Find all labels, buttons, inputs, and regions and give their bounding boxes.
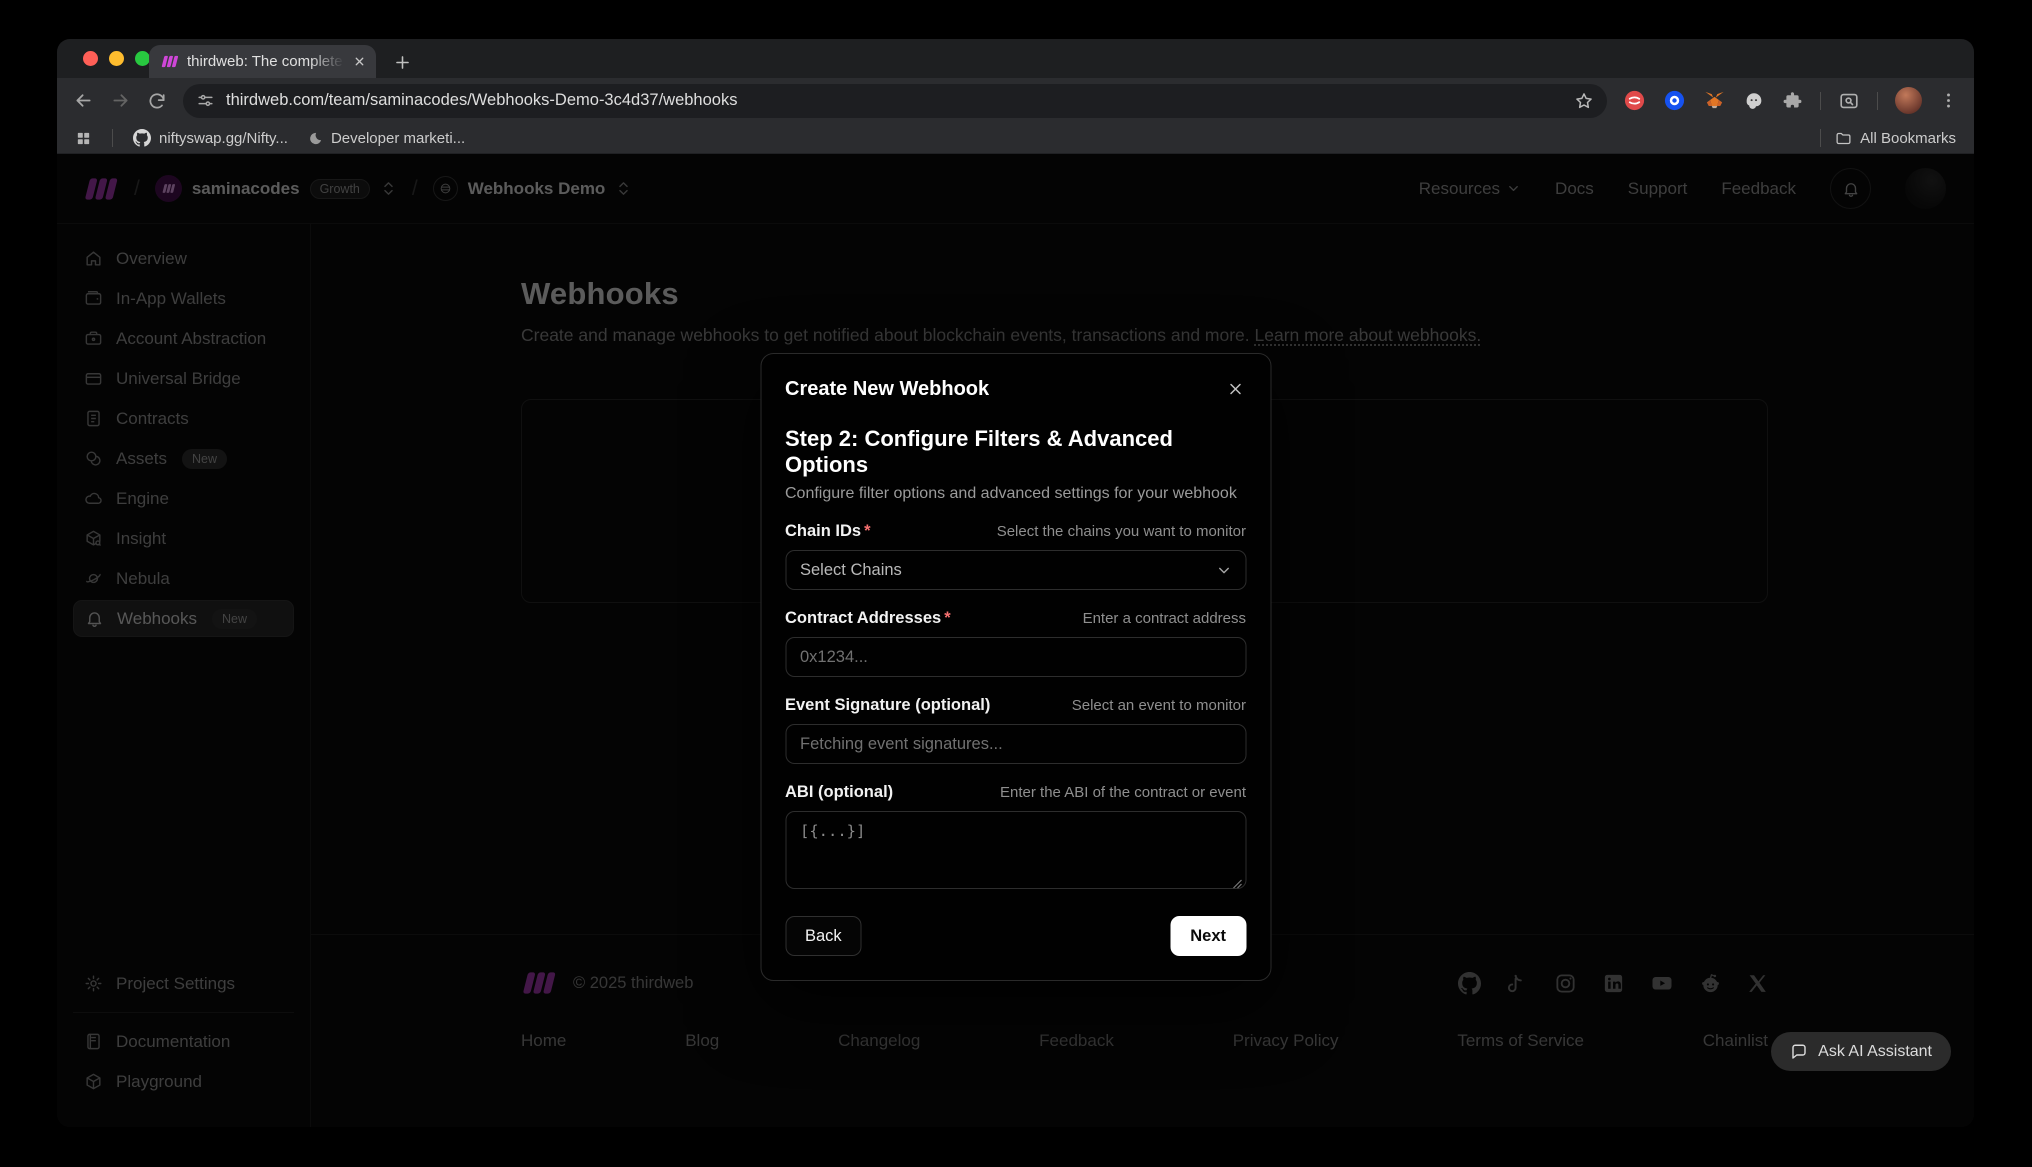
traffic-lights xyxy=(83,51,150,66)
required-asterisk: * xyxy=(944,609,950,627)
bookmark-label: niftyswap.gg/Nifty... xyxy=(159,130,288,147)
toolbar-separator xyxy=(1877,92,1878,110)
tab-title: thirdweb: The complete web3 xyxy=(187,53,344,70)
back-button[interactable]: Back xyxy=(785,916,862,956)
bookmarks-bar: niftyswap.gg/Nifty... Developer marketi.… xyxy=(57,123,1974,154)
url-text[interactable]: thirdweb.com/team/saminacodes/Webhooks-D… xyxy=(226,91,1563,110)
field-abi: ABI (optional) Enter the ABI of the cont… xyxy=(785,783,1246,894)
create-webhook-modal: Create New Webhook Step 2: Configure Fil… xyxy=(760,353,1271,981)
bookmark-item-developer-marketing[interactable]: Developer marketi... xyxy=(308,130,465,147)
event-signature-input[interactable] xyxy=(785,724,1246,764)
abi-textarea[interactable] xyxy=(785,811,1246,889)
apps-grid-icon[interactable] xyxy=(75,130,92,147)
browser-window: thirdweb: The complete web3 thirdweb.com… xyxy=(57,39,1974,1127)
chevron-down-icon xyxy=(1215,562,1232,579)
back-icon[interactable] xyxy=(73,90,94,111)
extensions-puzzle-icon[interactable] xyxy=(1782,90,1803,111)
all-bookmarks-label: All Bookmarks xyxy=(1860,130,1956,147)
bookmarks-separator xyxy=(112,129,113,147)
zoom-window-button[interactable] xyxy=(135,51,150,66)
phantom-extension-icon[interactable] xyxy=(1743,90,1765,112)
bookmark-label: Developer marketi... xyxy=(331,130,465,147)
close-window-button[interactable] xyxy=(83,51,98,66)
contract-addresses-label: Contract Addresses* xyxy=(785,609,951,628)
field-contract-addresses: Contract Addresses* Enter a contract add… xyxy=(785,609,1246,677)
select-chains-dropdown[interactable]: Select Chains xyxy=(785,550,1246,590)
modal-title: Create New Webhook xyxy=(785,378,989,401)
browser-menu-icon[interactable] xyxy=(1939,91,1958,110)
abi-helper: Enter the ABI of the contract or event xyxy=(1000,784,1246,801)
event-signature-label: Event Signature (optional) xyxy=(785,696,990,715)
new-tab-button[interactable] xyxy=(393,53,412,72)
close-icon xyxy=(1226,380,1244,398)
modal-step-subtitle: Configure filter options and advanced se… xyxy=(785,485,1246,503)
event-signature-helper: Select an event to monitor xyxy=(1072,697,1246,714)
extension-blue-wallet-icon[interactable] xyxy=(1663,89,1686,112)
bookmarks-separator xyxy=(1820,129,1821,147)
site-settings-icon[interactable] xyxy=(196,91,215,110)
chat-bubble-icon xyxy=(1790,1043,1808,1061)
next-button[interactable]: Next xyxy=(1170,916,1246,956)
modal-close-button[interactable] xyxy=(1224,378,1246,400)
github-icon xyxy=(133,129,151,147)
contract-addresses-input[interactable] xyxy=(785,637,1246,677)
browser-tabstrip: thirdweb: The complete web3 xyxy=(57,39,1974,78)
select-chains-value: Select Chains xyxy=(800,561,902,580)
ask-ai-label: Ask AI Assistant xyxy=(1818,1043,1932,1061)
abi-label: ABI (optional) xyxy=(785,783,893,802)
resize-handle-icon[interactable] xyxy=(1232,879,1242,889)
extension-red-wallet-icon[interactable] xyxy=(1623,89,1646,112)
forward-icon[interactable] xyxy=(110,90,131,111)
field-event-signature: Event Signature (optional) Select an eve… xyxy=(785,696,1246,764)
address-bar[interactable]: thirdweb.com/team/saminacodes/Webhooks-D… xyxy=(183,84,1607,118)
contract-addresses-helper: Enter a contract address xyxy=(1083,610,1246,627)
browser-tab[interactable]: thirdweb: The complete web3 xyxy=(149,45,376,78)
tab-close-icon[interactable] xyxy=(353,55,366,68)
browser-profile-avatar[interactable] xyxy=(1895,87,1922,114)
minimize-window-button[interactable] xyxy=(109,51,124,66)
bookmark-item-niftyswap[interactable]: niftyswap.gg/Nifty... xyxy=(133,129,288,147)
thirdweb-favicon xyxy=(161,55,178,68)
toolbar-separator xyxy=(1820,92,1821,110)
page-viewport: / saminacodes Growth / Webhooks Demo xyxy=(57,154,1974,1127)
required-asterisk: * xyxy=(864,522,870,540)
chain-ids-label: Chain IDs* xyxy=(785,522,871,541)
folder-icon xyxy=(1835,130,1852,147)
reload-icon[interactable] xyxy=(147,91,167,111)
crescent-icon xyxy=(308,131,323,146)
tab-search-icon[interactable] xyxy=(1838,90,1860,112)
all-bookmarks-button[interactable]: All Bookmarks xyxy=(1835,130,1956,147)
modal-step-title: Step 2: Configure Filters & Advanced Opt… xyxy=(785,426,1246,478)
metamask-extension-icon[interactable] xyxy=(1703,89,1726,112)
bookmark-star-icon[interactable] xyxy=(1574,91,1594,111)
field-chain-ids: Chain IDs* Select the chains you want to… xyxy=(785,522,1246,590)
browser-toolbar: thirdweb.com/team/saminacodes/Webhooks-D… xyxy=(57,78,1974,123)
chain-ids-helper: Select the chains you want to monitor xyxy=(997,523,1246,540)
extensions-row xyxy=(1623,87,1958,114)
ask-ai-assistant-button[interactable]: Ask AI Assistant xyxy=(1771,1032,1951,1071)
